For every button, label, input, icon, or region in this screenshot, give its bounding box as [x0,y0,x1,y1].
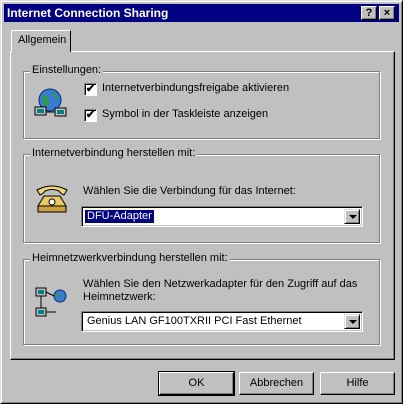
internet-connection-value: DFÜ-Adapter [84,209,155,224]
close-button[interactable]: × [379,6,395,20]
checkbox-tray-icon-label: Symbol in der Taskleiste anzeigen [102,108,269,120]
dialog-window: Internet Connection Sharing ? × Allgemei… [0,0,403,404]
window-title: Internet Connection Sharing [7,6,169,20]
chevron-down-icon[interactable] [344,209,360,224]
title-bar[interactable]: Internet Connection Sharing ? × [4,4,399,22]
help-button[interactable]: Hilfe [320,372,395,395]
network-globe-icon [34,88,67,117]
checkbox-sharing-label: Internetverbindungsfreigabe aktivieren [102,82,290,94]
cancel-button[interactable]: Abbrechen [239,372,314,395]
internet-connection-group-label: Internetverbindung herstellen mit: [30,147,198,159]
settings-group-label: Einstellungen: [30,64,104,76]
checkbox-tray-icon-box[interactable]: ✔ [84,109,97,122]
chevron-down-icon[interactable] [344,314,360,329]
telephone-icon [36,185,68,213]
tab-allgemein[interactable]: Allgemein [11,30,71,52]
internet-connection-prompt: Wählen Sie die Verbindung für das Intern… [83,185,296,197]
home-network-value: Genius LAN GF100TXRII PCI Fast Ethernet [87,315,302,327]
checkbox-sharing-box[interactable]: ✔ [84,83,97,96]
home-network-prompt-line1: Wählen Sie den Netzwerkadapter für den Z… [83,278,358,290]
internet-connection-dropdown[interactable]: DFÜ-Adapter [81,206,363,227]
tab-label: Allgemein [18,34,67,46]
help-title-button[interactable]: ? [361,6,377,20]
home-network-group: Heimnetzwerkverbindung herstellen mit: [23,252,380,345]
home-network-dropdown[interactable]: Genius LAN GF100TXRII PCI Fast Ethernet [81,311,363,332]
internet-connection-group: Internetverbindung herstellen mit: [23,147,380,243]
network-computers-icon [35,287,67,317]
ok-button[interactable]: OK [158,371,235,396]
home-network-group-label: Heimnetzwerkverbindung herstellen mit: [30,252,230,264]
home-network-prompt-line2: Heimnetzwerk: [83,291,156,303]
